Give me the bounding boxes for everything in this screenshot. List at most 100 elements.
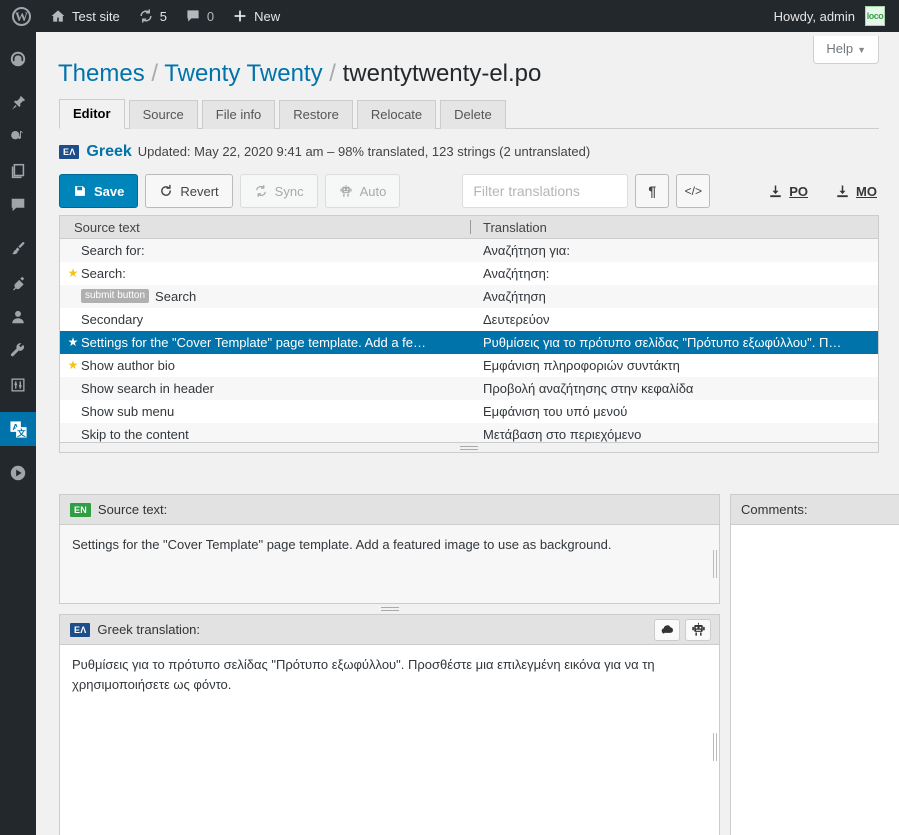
sidebar-item-media[interactable] — [0, 120, 36, 154]
table-row[interactable]: ★ Settings for the "Cover Template" page … — [60, 331, 878, 355]
revert-button[interactable]: Revert — [145, 174, 233, 209]
dashboard-icon — [9, 50, 27, 68]
sidebar-item-pages[interactable] — [0, 154, 36, 188]
tab-bar: Editor Source File info Restore Relocate… — [59, 99, 879, 130]
sidebar-item-posts[interactable] — [0, 86, 36, 120]
comments-content[interactable] — [730, 525, 899, 835]
table-row[interactable]: ★Skip to the content Μετάβαση στο περιεχό… — [60, 423, 878, 443]
translate-icon: A 文 — [9, 420, 28, 439]
tab-editor[interactable]: Editor — [59, 99, 125, 130]
source-pane-header: EN Source text: — [59, 494, 720, 525]
table-row[interactable]: ★Search for: Αναζήτηση για: — [60, 239, 878, 263]
tab-restore[interactable]: Restore — [279, 100, 353, 130]
comment-bubble-icon — [185, 8, 201, 24]
download-po-link[interactable]: PO — [766, 184, 810, 199]
save-button[interactable]: Save — [59, 174, 139, 209]
table-row[interactable]: ★Show search in header Προβολή αναζήτησης… — [60, 377, 878, 401]
star-placeholder-icon: ★ — [65, 244, 81, 256]
table-resize-handle[interactable] — [60, 442, 878, 453]
table-row[interactable]: ★Show sub menu Εμφάνιση του υπό μενού — [60, 400, 878, 423]
source-text-readonly: Settings for the "Cover Template" page t… — [59, 525, 720, 604]
sidebar-item-dashboard[interactable] — [0, 42, 36, 76]
help-tab-button[interactable]: Help ▼ — [813, 36, 879, 64]
cell-source: ★Show search in header — [60, 381, 470, 396]
translation-locale-badge: EΛ — [70, 622, 91, 637]
auto-translate-pane-button[interactable] — [685, 618, 711, 641]
page-title: Themes / Twenty Twenty / twentytwenty-el… — [58, 58, 879, 89]
cell-translation: Δευτερεύον — [483, 311, 550, 327]
translations-table-container: Source text Translation ★Search for:Αναζ… — [59, 215, 879, 454]
translations-table-body[interactable]: ★Search for:Αναζήτηση για:★Search:Αναζήτ… — [60, 239, 878, 443]
star-icon[interactable]: ★ — [65, 267, 81, 279]
tab-file-info[interactable]: File info — [201, 100, 276, 130]
pages-icon — [9, 162, 27, 180]
tab-relocate[interactable]: Relocate — [356, 100, 437, 130]
new-content-menu-item[interactable]: New — [223, 0, 289, 32]
filter-translations-input[interactable] — [462, 174, 629, 209]
sync-button[interactable]: Sync — [239, 174, 318, 209]
auto-translate-button[interactable]: Auto — [324, 174, 401, 209]
source-text: Show author bio — [81, 357, 175, 373]
sidebar-item-media-player[interactable] — [0, 456, 36, 490]
comments-pane: Comments: — [730, 494, 899, 835]
cell-source: ★Show sub menu — [60, 404, 470, 419]
my-account-menu-item[interactable]: Howdy, admin loco — [765, 0, 899, 32]
translation-memory-button[interactable] — [654, 618, 680, 641]
pin-icon — [9, 94, 27, 112]
sidebar-item-tools[interactable] — [0, 334, 36, 368]
robot-icon — [339, 184, 353, 198]
floppy-disk-icon — [73, 184, 87, 198]
editor-panels: EN Source text: Settings for the "Cover … — [59, 494, 899, 835]
sidebar-item-loco-translate[interactable]: A 文 — [0, 412, 44, 446]
updates-menu-item[interactable]: 5 — [129, 0, 176, 32]
table-row[interactable]: ★ Search: Αναζήτηση: — [60, 262, 878, 285]
robot-icon — [691, 622, 706, 637]
translation-text-value: Ρυθμίσεις για το πρότυπο σελίδας "Πρότυπ… — [72, 657, 655, 692]
breadcrumb-separator-2: / — [329, 60, 336, 87]
file-status-line: EΛ Greek Updated: May 22, 2020 9:41 am –… — [59, 143, 879, 161]
toggle-invisibles-button[interactable]: ¶ — [635, 174, 670, 209]
translation-scroll-grip[interactable] — [713, 733, 717, 761]
source-scroll-grip[interactable] — [713, 550, 717, 578]
sidebar-item-users[interactable] — [0, 300, 36, 334]
comments-menu-item[interactable]: 0 — [176, 0, 223, 32]
tab-source[interactable]: Source — [128, 100, 198, 130]
user-icon — [9, 308, 27, 326]
cell-translation: Μετάβαση στο περιεχόμενο — [483, 426, 642, 442]
update-arrows-icon — [138, 8, 154, 24]
star-icon[interactable]: ★ — [65, 336, 81, 348]
sliders-icon — [9, 376, 27, 394]
download-mo-link[interactable]: MO — [833, 184, 879, 199]
comments-count: 0 — [206, 8, 215, 24]
breadcrumb-themes-link[interactable]: Themes — [58, 60, 145, 87]
table-row[interactable]: ★Secondary Δευτερεύον — [60, 308, 878, 331]
column-header-translation[interactable]: Translation — [471, 220, 878, 235]
tab-delete[interactable]: Delete — [440, 100, 506, 130]
sidebar-item-settings[interactable] — [0, 368, 36, 402]
source-text: Show sub menu — [81, 403, 175, 419]
sidebar-item-comments[interactable] — [0, 188, 36, 222]
new-label: New — [254, 8, 281, 24]
column-header-source[interactable]: Source text — [60, 220, 470, 235]
breadcrumb-separator-1: / — [151, 60, 159, 87]
chevron-down-icon: ▼ — [857, 45, 866, 55]
table-row[interactable]: ★ Show author bio Εμφάνιση πληροφοριών συν… — [60, 354, 878, 377]
wp-logo-menu-item[interactable]: W — [0, 0, 41, 32]
save-label: Save — [94, 183, 125, 199]
source-locale-badge: EN — [70, 502, 91, 517]
download-icon — [835, 184, 850, 199]
site-name-menu-item[interactable]: Test site — [41, 0, 129, 32]
star-icon[interactable]: ★ — [65, 359, 81, 371]
panes-resize-handle[interactable] — [59, 604, 720, 614]
table-row[interactable]: ★submit button Search Αναζήτηση — [60, 285, 878, 309]
breadcrumb-theme-link[interactable]: Twenty Twenty — [164, 60, 322, 87]
sidebar-item-appearance[interactable] — [0, 232, 36, 266]
admin-sidebar-menu: A 文 — [0, 32, 44, 835]
star-placeholder-icon: ★ — [65, 405, 81, 417]
cell-source: ★Search for: — [60, 243, 470, 258]
sidebar-item-plugins[interactable] — [0, 266, 36, 300]
toggle-code-view-button[interactable]: </> — [676, 174, 711, 209]
source-text: Search for: — [81, 242, 145, 258]
translation-editor-textarea[interactable]: Ρυθμίσεις για το πρότυπο σελίδας "Πρότυπ… — [59, 645, 720, 835]
paintbrush-icon — [9, 240, 27, 258]
